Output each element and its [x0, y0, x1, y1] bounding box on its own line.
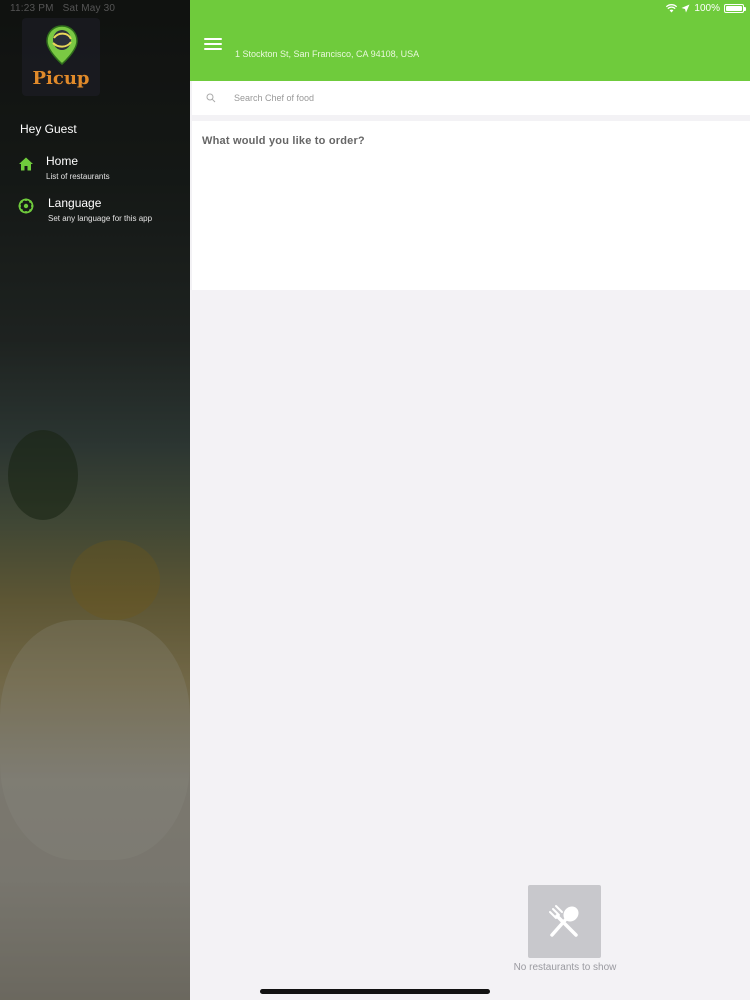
status-time: 11:23 PM	[10, 3, 54, 14]
status-time-date: 11:23 PM Sat May 30	[10, 3, 115, 14]
side-drawer: Picup Hey Guest Home List of restaurants…	[0, 0, 190, 1000]
order-prompt-title: What would you like to order?	[202, 135, 365, 147]
status-bar: 11:23 PM Sat May 30 100%	[0, 0, 750, 18]
home-indicator[interactable]	[260, 989, 490, 994]
status-indicators: 100%	[666, 3, 746, 14]
wifi-icon	[666, 4, 678, 13]
hamburger-menu-button[interactable]	[204, 38, 222, 52]
battery-fill	[726, 6, 742, 11]
app-logo-text: Picup	[32, 68, 90, 89]
sidebar-item-language-label: Language	[48, 196, 102, 210]
app-logo: Picup	[22, 18, 100, 96]
empty-state-text: No restaurants to show	[513, 962, 617, 973]
status-date: Sat May 30	[62, 3, 116, 14]
battery-percent: 100%	[694, 3, 720, 14]
search-bar	[192, 81, 750, 115]
location-arrow-icon	[681, 4, 690, 13]
home-icon	[19, 157, 33, 171]
search-icon	[206, 93, 216, 103]
globe-icon	[18, 198, 34, 214]
sidebar-item-home[interactable]: Home List of restaurants	[0, 154, 190, 194]
order-prompt-card: What would you like to order?	[192, 121, 750, 290]
main-content: 1 Stockton St, San Francisco, CA 94108, …	[190, 0, 750, 1000]
fork-spoon-icon	[549, 905, 579, 937]
drawer-greeting: Hey Guest	[20, 122, 77, 136]
sidebar-item-language-subtitle: Set any language for this app	[48, 214, 153, 223]
sidebar-item-home-subtitle: List of restaurants	[46, 172, 110, 181]
delivery-address[interactable]: 1 Stockton St, San Francisco, CA 94108, …	[235, 49, 419, 59]
empty-state-icon-box	[528, 885, 601, 958]
battery-icon	[724, 4, 746, 13]
logo-pin-icon	[46, 25, 78, 65]
sidebar-item-home-label: Home	[46, 154, 79, 168]
search-input[interactable]	[234, 89, 714, 107]
sidebar-item-language[interactable]: Language Set any language for this app	[0, 196, 190, 236]
